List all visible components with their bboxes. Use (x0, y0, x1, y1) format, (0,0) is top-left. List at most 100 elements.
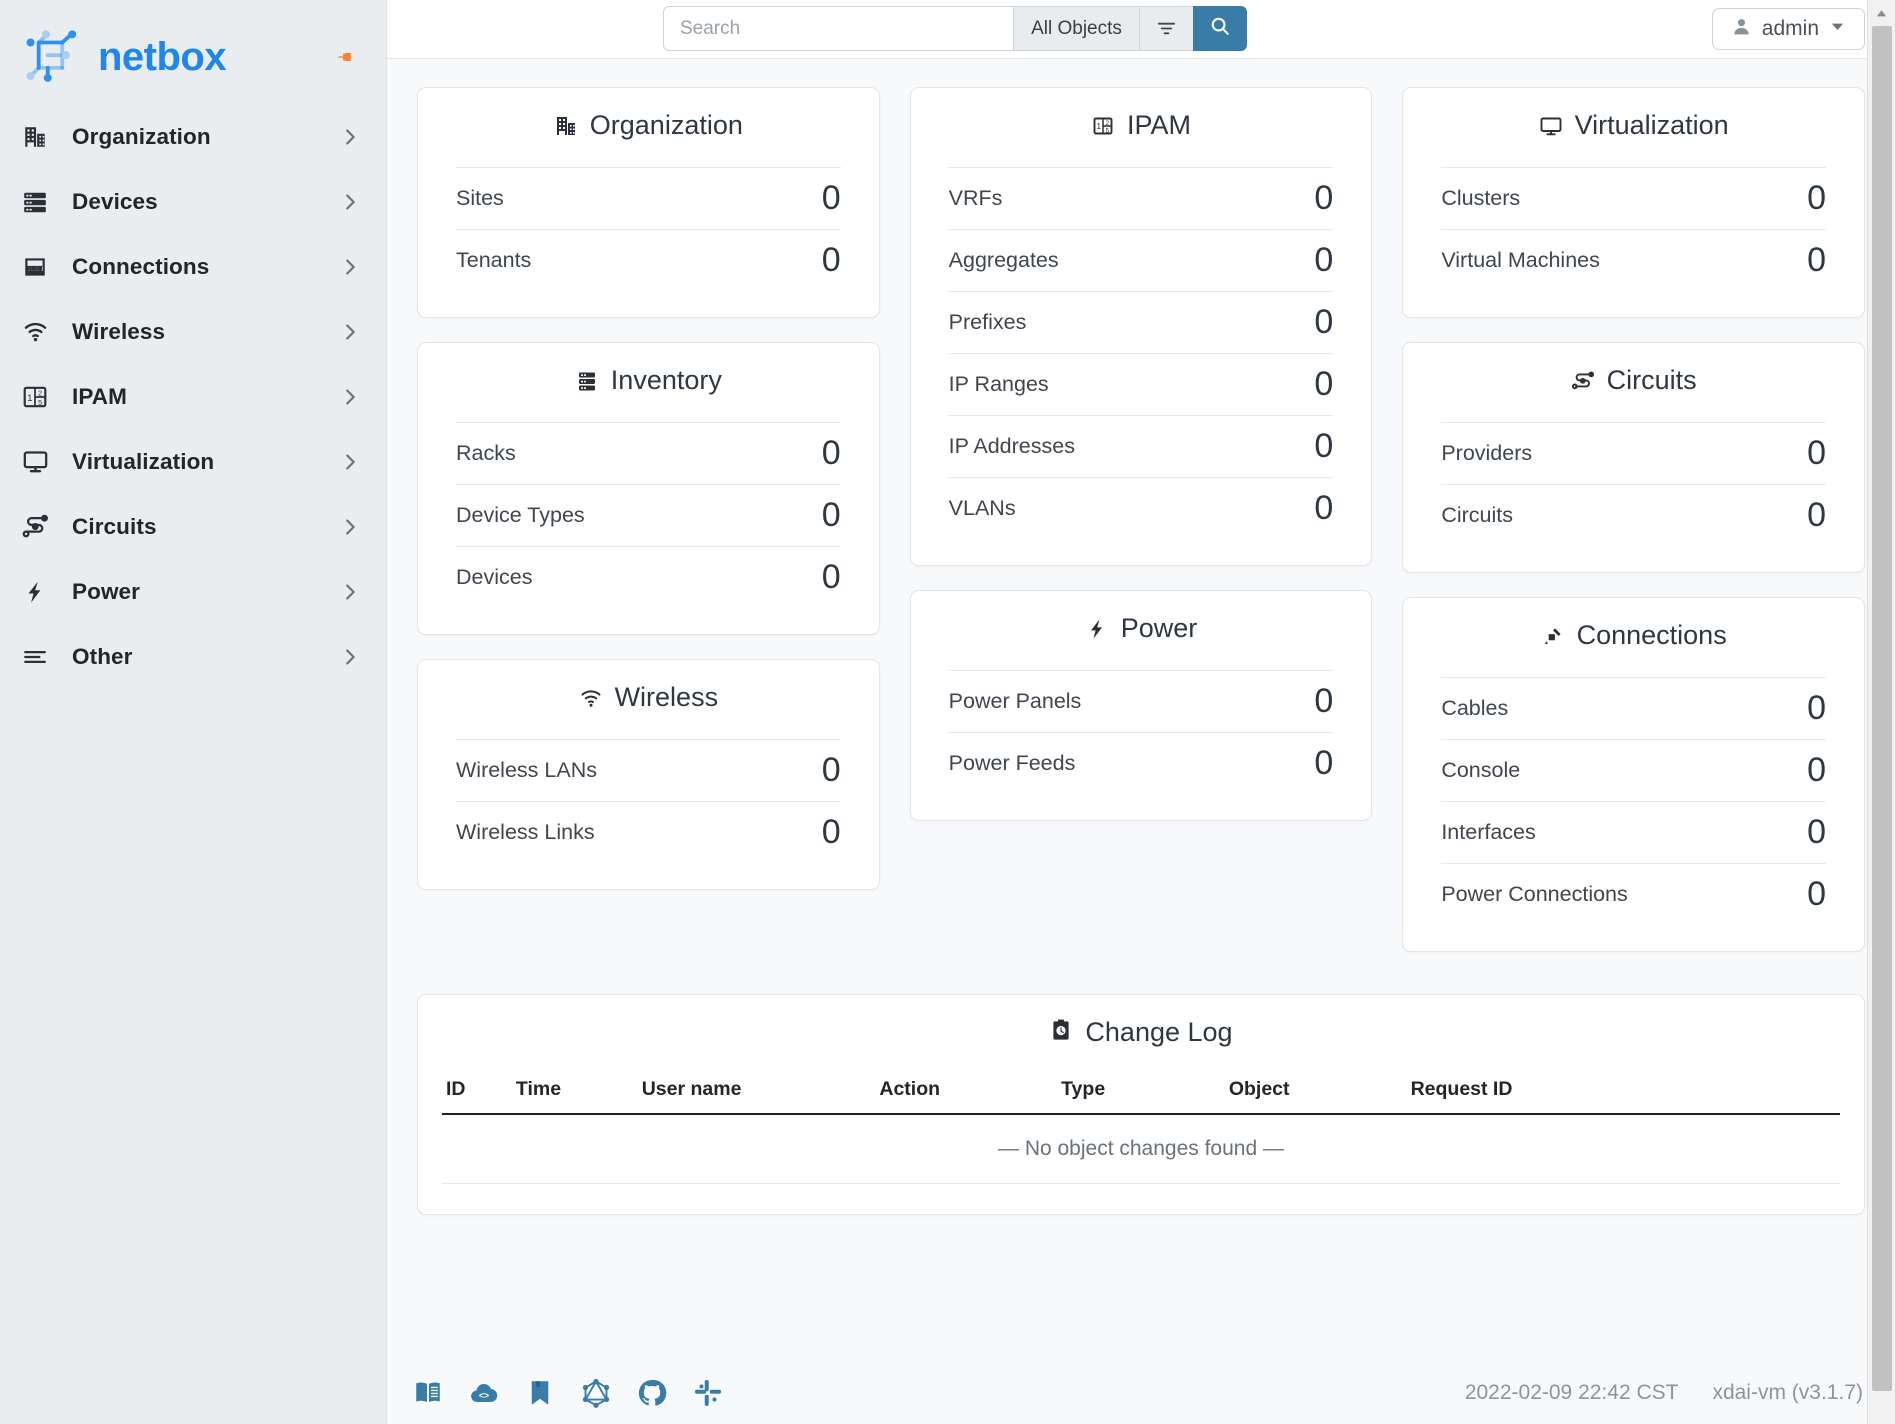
stat-value: 0 (1807, 813, 1826, 852)
card-title: Power (949, 613, 1334, 644)
stat-row-cables[interactable]: Cables 0 (1441, 677, 1826, 739)
chevron-right-icon (339, 451, 361, 473)
svg-text:5: 5 (1106, 127, 1110, 134)
stat-label: Device Types (456, 503, 585, 528)
search-scope-label: All Objects (1031, 18, 1122, 40)
stat-row-vrfs[interactable]: VRFs 0 (949, 167, 1334, 229)
stat-row-device-types[interactable]: Device Types 0 (456, 484, 841, 546)
stat-value: 0 (822, 434, 841, 473)
stat-row-aggregates[interactable]: Aggregates 0 (949, 229, 1334, 291)
stat-row-power-feeds[interactable]: Power Feeds 0 (949, 732, 1334, 794)
main-area: All Objects (387, 0, 1895, 1424)
sidebar-item-circuits[interactable]: Circuits (0, 494, 386, 559)
stat-row-power-panels[interactable]: Power Panels 0 (949, 670, 1334, 732)
sidebar-item-power[interactable]: Power (0, 559, 386, 624)
stat-row-virtual-machines[interactable]: Virtual Machines 0 (1441, 229, 1826, 291)
stat-row-tenants[interactable]: Tenants 0 (456, 229, 841, 291)
app-root: netbox Organization (0, 0, 1895, 1424)
sidebar-item-organization[interactable]: Organization (0, 104, 386, 169)
brand-header[interactable]: netbox (0, 0, 386, 96)
scroll-up-arrow-icon[interactable] (1868, 0, 1895, 26)
svg-text:1: 1 (1096, 122, 1101, 131)
stat-label: Power Panels (949, 689, 1082, 714)
stat-row-console[interactable]: Console 0 (1441, 739, 1826, 801)
pin-icon[interactable] (336, 47, 356, 67)
column-header-object[interactable]: Object (1225, 1070, 1407, 1114)
stat-label: Power Connections (1441, 882, 1627, 907)
numbered-grid-icon: 1 2 5 (22, 384, 56, 410)
stat-label: Console (1441, 758, 1520, 783)
footer-links: <> (413, 1378, 723, 1408)
stat-row-clusters[interactable]: Clusters 0 (1441, 167, 1826, 229)
sidebar-item-other[interactable]: Other (0, 624, 386, 689)
server-rack-icon (22, 189, 56, 215)
bookmark-icon[interactable] (525, 1378, 555, 1408)
sidebar-item-virtualization[interactable]: Virtualization (0, 429, 386, 494)
column-header-user-name[interactable]: User name (638, 1070, 876, 1114)
card-inventory: Inventory Racks 0 Device Types 0 Devices (417, 342, 880, 635)
stat-row-wireless-lans[interactable]: Wireless LANs 0 (456, 739, 841, 801)
docs-book-icon[interactable] (413, 1378, 443, 1408)
sidebar-item-label: Wireless (72, 319, 165, 345)
sidebar-nav: Organization Devices (0, 96, 386, 689)
stat-row-interfaces[interactable]: Interfaces 0 (1441, 801, 1826, 863)
scrollbar-thumb[interactable] (1872, 26, 1892, 1391)
column-header-request-id[interactable]: Request ID (1407, 1070, 1840, 1114)
stat-row-vlans[interactable]: VLANs 0 (949, 477, 1334, 539)
column-header-type[interactable]: Type (1057, 1070, 1225, 1114)
column-header-id[interactable]: ID (442, 1070, 512, 1114)
vertical-scrollbar[interactable] (1867, 0, 1895, 1424)
stat-label: Racks (456, 441, 516, 466)
stat-row-prefixes[interactable]: Prefixes 0 (949, 291, 1334, 353)
card-title: Wireless (456, 682, 841, 713)
dashboard-content: Organization Sites 0 Tenants 0 (387, 59, 1895, 1362)
user-menu-button[interactable]: admin (1712, 8, 1865, 50)
lightning-bolt-icon (1085, 617, 1109, 641)
search-input[interactable] (663, 6, 1013, 51)
stat-row-circuits[interactable]: Circuits 0 (1441, 484, 1826, 546)
card-title-text: Inventory (611, 365, 722, 396)
stat-value: 0 (1807, 875, 1826, 914)
stat-value: 0 (1807, 496, 1826, 535)
slack-icon[interactable] (693, 1378, 723, 1408)
stat-row-devices[interactable]: Devices 0 (456, 546, 841, 608)
sidebar-item-ipam[interactable]: 1 2 5 IPAM (0, 364, 386, 429)
footer-host-version: xdai-vm (v3.1.7) (1712, 1381, 1863, 1405)
api-cloud-icon[interactable]: <> (469, 1378, 499, 1408)
stat-row-ip-addresses[interactable]: IP Addresses 0 (949, 415, 1334, 477)
graphql-icon[interactable] (581, 1378, 611, 1408)
stat-label: Circuits (1441, 503, 1513, 528)
card-organization: Organization Sites 0 Tenants 0 (417, 87, 880, 318)
column-header-time[interactable]: Time (512, 1070, 638, 1114)
stat-row-wireless-links[interactable]: Wireless Links 0 (456, 801, 841, 863)
stat-row-sites[interactable]: Sites 0 (456, 167, 841, 229)
circuits-icon (1571, 369, 1595, 393)
chevron-right-icon (339, 256, 361, 278)
stat-row-providers[interactable]: Providers 0 (1441, 422, 1826, 484)
column-header-action[interactable]: Action (875, 1070, 1057, 1114)
top-bar: All Objects (387, 0, 1895, 59)
stat-label: IP Addresses (949, 434, 1075, 459)
card-title: Inventory (456, 365, 841, 396)
stat-row-power-connections[interactable]: Power Connections 0 (1441, 863, 1826, 925)
card-title: Organization (456, 110, 841, 141)
stat-row-ip-ranges[interactable]: IP Ranges 0 (949, 353, 1334, 415)
sidebar-item-connections[interactable]: Connections (0, 234, 386, 299)
card-title: Circuits (1441, 365, 1826, 396)
stat-row-racks[interactable]: Racks 0 (456, 422, 841, 484)
sidebar-item-wireless[interactable]: Wireless (0, 299, 386, 364)
sidebar-item-label: Connections (72, 254, 209, 280)
sidebar-item-label: Devices (72, 189, 158, 215)
search-scope-select[interactable]: All Objects (1013, 6, 1139, 51)
building-icon (554, 114, 578, 138)
stat-label: Cables (1441, 696, 1508, 721)
stat-label: Devices (456, 565, 532, 590)
filter-icon[interactable] (1139, 6, 1193, 51)
sidebar-item-label: IPAM (72, 384, 127, 410)
changelog-empty-message: — No object changes found — (442, 1114, 1840, 1184)
stat-label: Virtual Machines (1441, 248, 1600, 273)
search-submit-button[interactable] (1193, 6, 1247, 51)
sidebar: netbox Organization (0, 0, 387, 1424)
github-icon[interactable] (637, 1378, 667, 1408)
sidebar-item-devices[interactable]: Devices (0, 169, 386, 234)
